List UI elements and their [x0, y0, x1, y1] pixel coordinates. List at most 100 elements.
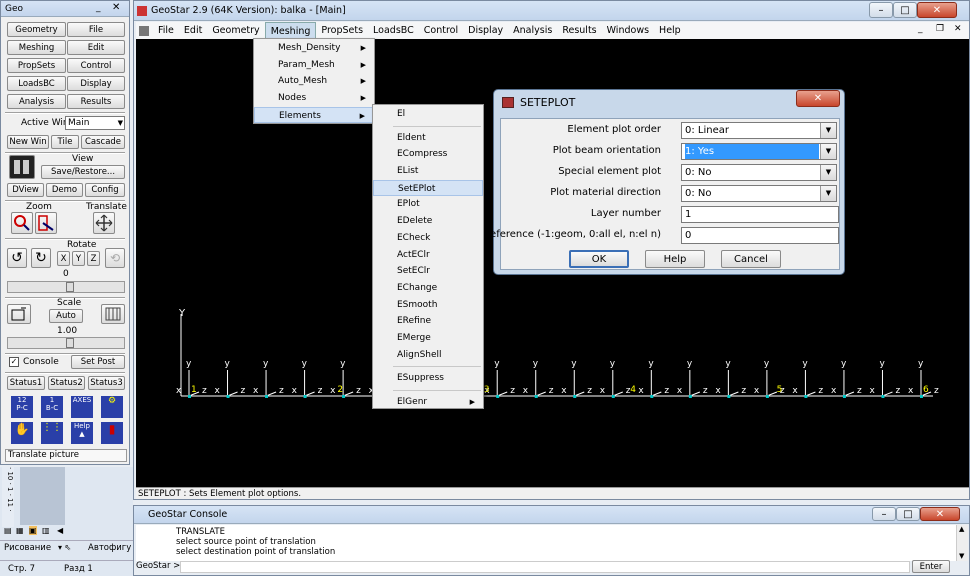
control-button[interactable]: Control — [67, 58, 125, 73]
cancel-button[interactable]: Cancel — [721, 250, 781, 268]
enter-button[interactable]: Enter — [912, 560, 950, 573]
draw-arrow-icon[interactable]: ▾ ⇖ — [58, 543, 71, 552]
console-titlebar[interactable]: GeoStar Console – □ ✕ — [134, 506, 969, 524]
scale-grid-button[interactable] — [101, 304, 125, 324]
ok-button[interactable]: OK — [569, 250, 629, 268]
menu-item-alignshell[interactable]: AlignShell — [373, 347, 483, 364]
mdi-close-icon[interactable]: ✕ — [954, 24, 962, 34]
menu-item-elgenr[interactable]: ElGenr ▶ — [373, 394, 483, 411]
rotate-y-button[interactable]: Y — [72, 251, 85, 266]
edit-button[interactable]: Edit — [67, 40, 125, 55]
plot-beam-orientation-select[interactable]: 1: Yes ▼ — [681, 143, 837, 160]
rotate-cw-button[interactable]: ↻ — [31, 248, 51, 268]
special-element-plot-select[interactable]: 0: No ▼ — [681, 164, 837, 181]
maximize-button[interactable]: □ — [893, 2, 917, 18]
layer-number-input[interactable]: 1 — [681, 206, 839, 223]
dview-button[interactable]: DView — [7, 183, 44, 197]
menu-item-auto-mesh[interactable]: Auto_Mesh ▶ — [254, 73, 374, 90]
active-win-select[interactable]: Main ▼ — [65, 116, 125, 130]
scale-slider-thumb[interactable] — [66, 338, 74, 348]
main-titlebar[interactable]: GeoStar 2.9 (64K Version): balka - [Main… — [134, 1, 969, 21]
scroll-down-icon[interactable]: ▼ — [959, 552, 964, 560]
menu-item-esuppress[interactable]: ESuppress — [373, 370, 483, 387]
element-plot-order-select[interactable]: 0: Linear ▼ — [681, 122, 837, 139]
menu-help[interactable]: Help — [654, 22, 686, 39]
menu-item-ecompress[interactable]: ECompress — [373, 146, 483, 163]
translate-button[interactable] — [93, 212, 115, 234]
scroll-left-icon[interactable]: ◀ — [57, 526, 63, 535]
chevron-down-icon[interactable]: ▼ — [820, 144, 836, 159]
minimize-button[interactable]: – — [869, 2, 893, 18]
status-b-icon[interactable]: 1 B-C — [41, 396, 63, 418]
dialog-close-button[interactable]: ✕ — [796, 90, 840, 107]
menu-meshing[interactable]: Meshing — [264, 22, 317, 39]
view-icon-button[interactable] — [9, 155, 35, 179]
console-checkbox[interactable]: ✓ — [9, 357, 19, 367]
rotate-z-button[interactable]: Z — [87, 251, 100, 266]
set-post-button[interactable]: Set Post — [71, 355, 125, 369]
menu-analysis[interactable]: Analysis — [508, 22, 557, 39]
console-maximize-button[interactable]: □ — [896, 507, 920, 521]
menu-item-el[interactable]: El — [373, 106, 483, 123]
view-print-icon[interactable]: ▣ — [29, 526, 37, 535]
menu-item-param-mesh[interactable]: Param_Mesh ▶ — [254, 57, 374, 74]
menu-item-esmooth[interactable]: ESmooth — [373, 297, 483, 314]
menu-item-elements[interactable]: Elements ▶ — [254, 106, 374, 124]
exit-icon[interactable]: ▮ — [101, 422, 123, 444]
menu-item-eplot[interactable]: EPlot — [373, 196, 483, 213]
axes-icon[interactable]: AXES — [71, 396, 93, 418]
view-web-icon[interactable]: ▦ — [16, 526, 24, 535]
minimize-icon[interactable]: _ — [96, 3, 101, 13]
menu-edit[interactable]: Edit — [179, 22, 207, 39]
menu-display[interactable]: Display — [463, 22, 508, 39]
demo-button[interactable]: Demo — [46, 183, 83, 197]
status1-button[interactable]: Status1 — [7, 376, 45, 390]
display-button[interactable]: Display — [67, 76, 125, 91]
status-p-icon[interactable]: 12 P-C — [11, 396, 33, 418]
plot-material-direction-select[interactable]: 0: No ▼ — [681, 185, 837, 202]
menu-item-edelete[interactable]: EDelete — [373, 213, 483, 230]
menu-item-eldent[interactable]: Eldent — [373, 130, 483, 147]
control-panel-titlebar[interactable]: Geo _ ✕ — [1, 1, 129, 17]
scroll-up-icon[interactable]: ▲ — [959, 525, 964, 533]
view-normal-icon[interactable]: ▤ — [4, 526, 12, 535]
tool-icon[interactable]: ⚙ — [101, 396, 123, 418]
menu-item-mesh-density[interactable]: Mesh_Density ▶ — [254, 40, 374, 57]
hand-icon[interactable]: ✋ — [11, 422, 33, 444]
grid-points-icon[interactable]: ⋮⋮ — [41, 422, 63, 444]
menu-item-acteclr[interactable]: ActEClr — [373, 247, 483, 264]
rotate-disabled-button[interactable]: ⟲ — [105, 248, 125, 268]
chevron-down-icon[interactable]: ▼ — [820, 186, 836, 201]
menu-item-echange[interactable]: EChange — [373, 280, 483, 297]
close-icon[interactable]: ✕ — [112, 2, 120, 13]
menu-geometry[interactable]: Geometry — [207, 22, 264, 39]
menu-loadsbc[interactable]: LoadsBC — [368, 22, 419, 39]
mdi-minimize-icon[interactable]: _ — [918, 24, 923, 34]
menu-results[interactable]: Results — [557, 22, 601, 39]
menu-item-nodes[interactable]: Nodes ▶ — [254, 90, 374, 107]
menu-item-elist[interactable]: EList — [373, 163, 483, 180]
menu-control[interactable]: Control — [419, 22, 463, 39]
menu-item-echeck[interactable]: ECheck — [373, 230, 483, 247]
geometry-button[interactable]: Geometry — [7, 22, 66, 37]
scale-auto-button[interactable]: Auto — [49, 309, 83, 323]
save-restore-button[interactable]: Save/Restore... — [41, 165, 125, 179]
new-win-button[interactable]: New Win — [7, 135, 49, 149]
tile-button[interactable]: Tile — [51, 135, 79, 149]
menu-item-seteplot[interactable]: SetEPlot — [373, 179, 483, 197]
console-close-button[interactable]: ✕ — [920, 507, 960, 521]
rotate-slider-thumb[interactable] — [66, 282, 74, 292]
draw-menu[interactable]: Рисование — [4, 543, 51, 553]
menu-item-emerge[interactable]: EMerge — [373, 330, 483, 347]
chevron-down-icon[interactable]: ▼ — [820, 123, 836, 138]
menu-propsets[interactable]: PropSets — [316, 22, 368, 39]
zoom-in-button[interactable] — [11, 212, 33, 234]
doc-icon[interactable] — [139, 25, 149, 36]
meshing-button[interactable]: Meshing — [7, 40, 66, 55]
close-button[interactable]: ✕ — [917, 2, 957, 18]
help-button[interactable]: Help — [645, 250, 705, 268]
file-button[interactable]: File — [67, 22, 125, 37]
menu-item-seteclr[interactable]: SetEClr — [373, 263, 483, 280]
mdi-restore-icon[interactable]: ❐ — [936, 24, 944, 34]
fit-button[interactable] — [7, 304, 31, 324]
